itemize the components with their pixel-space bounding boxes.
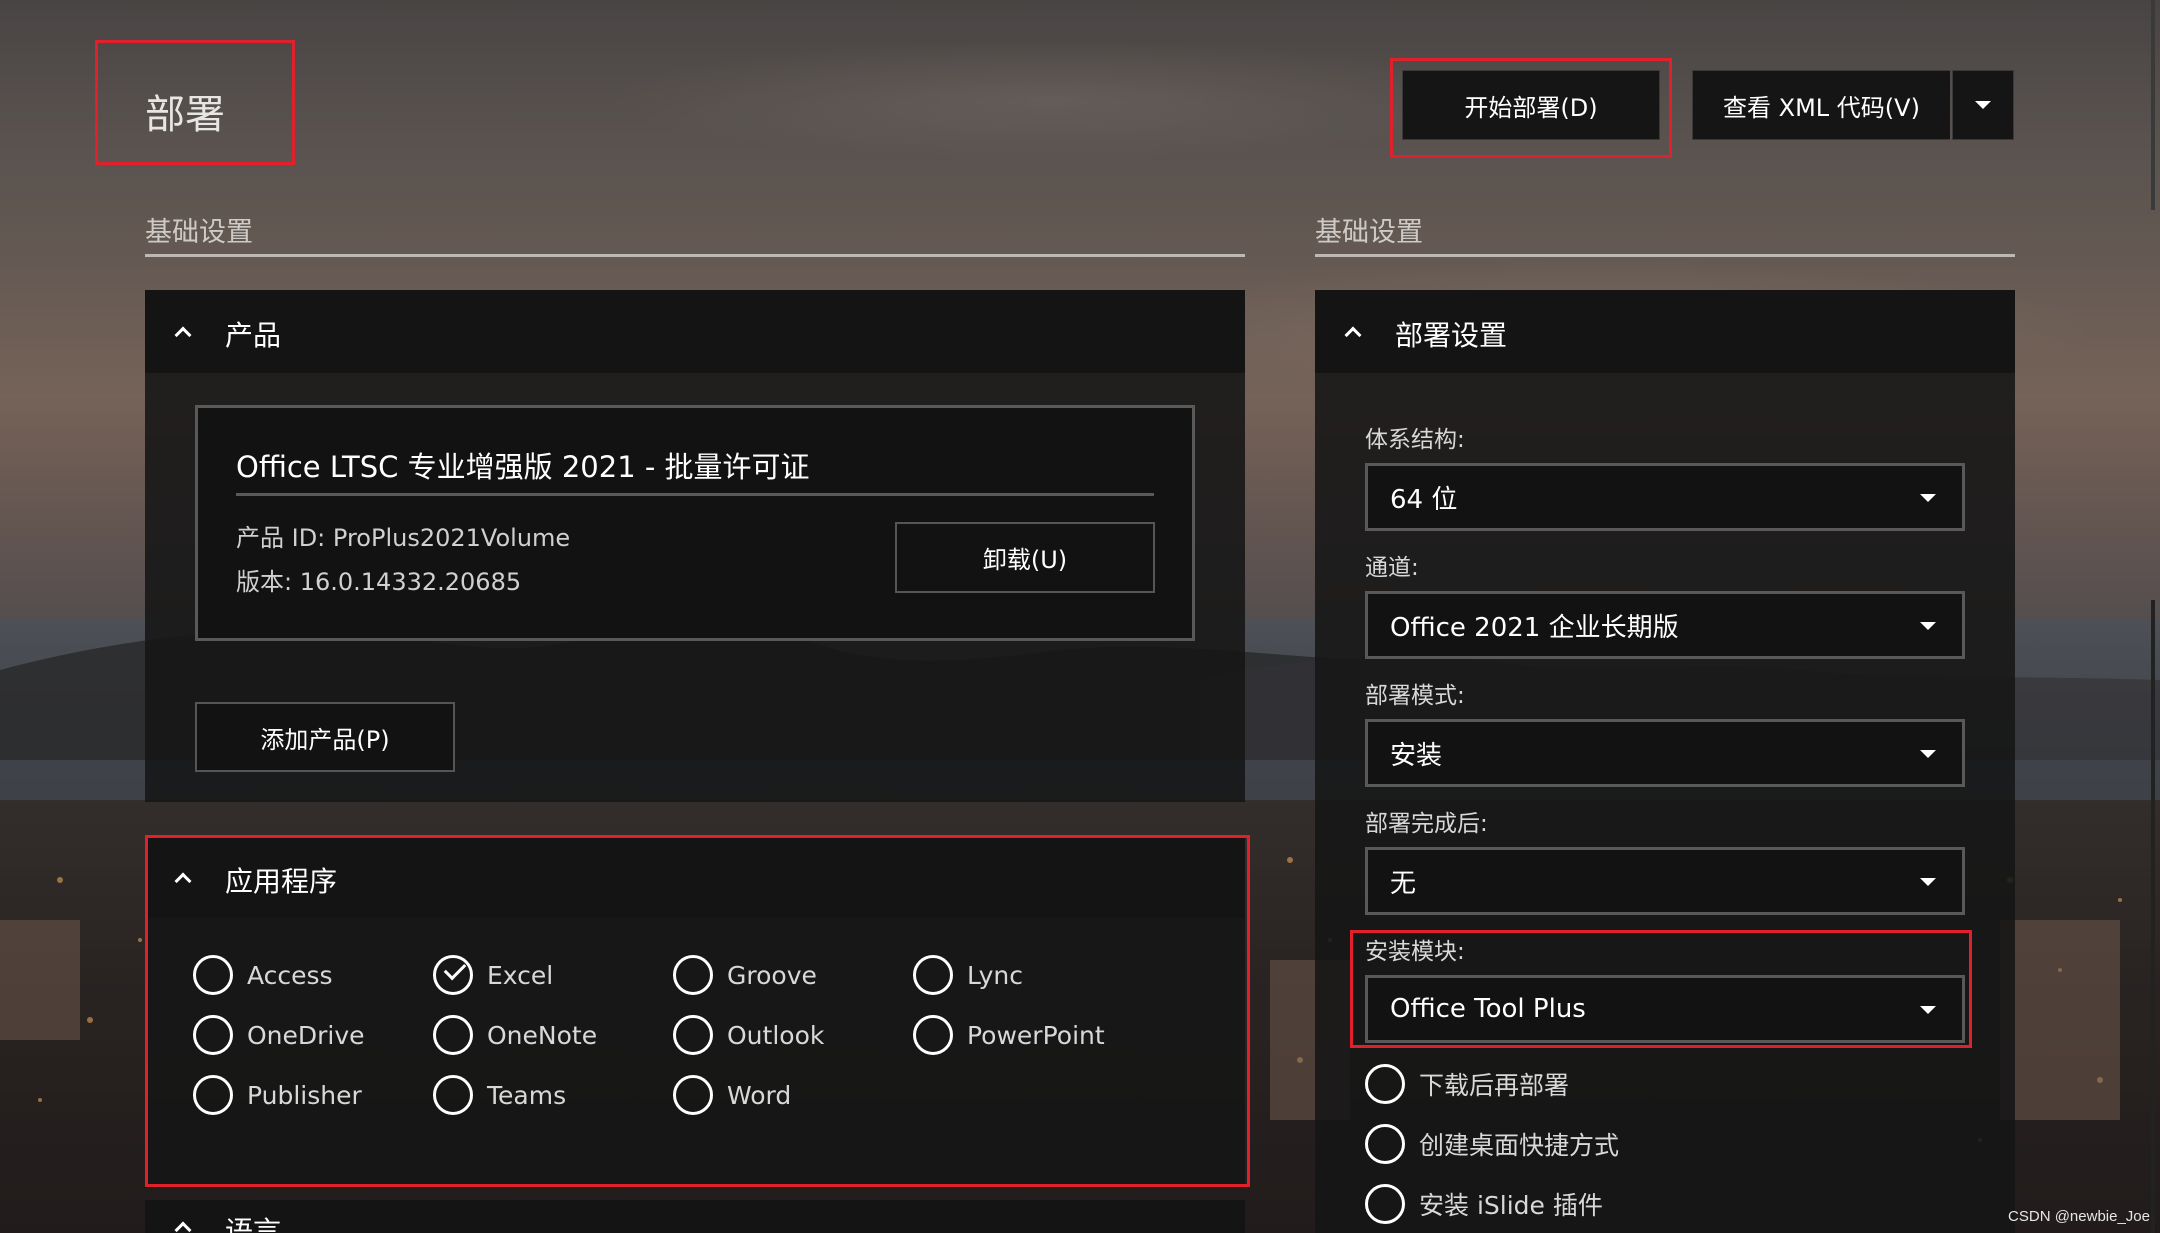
radio-circle-icon <box>193 1015 233 1055</box>
after-deploy-value: 无 <box>1390 868 1417 899</box>
chevron-down-icon <box>1975 101 1991 109</box>
option-label: 安装 iSlide 插件 <box>1419 1191 1603 1220</box>
app-label: Groove <box>727 960 817 990</box>
app-label: Lync <box>967 960 1024 990</box>
download-then-deploy-checkbox[interactable]: 下载后再部署 <box>1365 1064 1569 1104</box>
desktop-shortcut-checkbox[interactable]: 创建桌面快捷方式 <box>1365 1124 1619 1164</box>
app-checkbox-onenote[interactable]: OneNote <box>433 1015 597 1055</box>
uninstall-label: 卸载(U) <box>982 546 1068 574</box>
app-checkbox-publisher[interactable]: Publisher <box>193 1075 362 1115</box>
checkmark-icon <box>443 957 467 981</box>
app-checkbox-lync[interactable]: Lync <box>913 955 1023 995</box>
install-module-value: Office Tool Plus <box>1390 994 1586 1024</box>
install-module-select[interactable]: Office Tool Plus <box>1365 975 1965 1043</box>
product-panel-title: 产品 <box>225 319 282 352</box>
deploy-settings-title: 部署设置 <box>1395 319 1508 352</box>
language-panel-title: 语言 <box>225 1215 282 1233</box>
scrollbar-track-top[interactable] <box>2151 0 2155 210</box>
app-label: Publisher <box>247 1080 362 1110</box>
chevron-down-icon <box>1920 494 1936 502</box>
app-checkbox-excel[interactable]: Excel <box>433 955 553 995</box>
app-checkbox-powerpoint[interactable]: PowerPoint <box>913 1015 1105 1055</box>
install-module-label: 安装模块: <box>1365 939 1465 965</box>
deploy-settings-header[interactable]: 部署设置 <box>1315 290 2015 373</box>
uninstall-button[interactable]: 卸载(U) <box>895 522 1155 593</box>
chevron-up-icon <box>1344 326 1362 344</box>
radio-circle-icon <box>1365 1064 1405 1104</box>
architecture-value: 64 位 <box>1390 484 1458 515</box>
radio-circle-icon <box>673 1015 713 1055</box>
app-label: Teams <box>487 1080 567 1110</box>
product-id: 产品 ID: ProPlus2021Volume <box>236 524 571 552</box>
left-section-divider <box>145 254 1245 257</box>
app-checkbox-outlook[interactable]: Outlook <box>673 1015 824 1055</box>
start-deploy-label: 开始部署(D) <box>1464 93 1598 122</box>
option-label: 下载后再部署 <box>1419 1071 1570 1100</box>
chevron-down-icon <box>1920 878 1936 886</box>
radio-circle-icon <box>673 1075 713 1115</box>
checked-circle-icon <box>433 955 473 995</box>
app-checkbox-access[interactable]: Access <box>193 955 333 995</box>
radio-circle-icon <box>913 1015 953 1055</box>
view-xml-label: 查看 XML 代码(V) <box>1723 93 1920 122</box>
after-deploy-label: 部署完成后: <box>1365 811 1488 837</box>
channel-label: 通道: <box>1365 555 1419 581</box>
radio-circle-icon <box>913 955 953 995</box>
islide-plugin-checkbox[interactable]: 安装 iSlide 插件 <box>1365 1184 1603 1224</box>
app-label: Word <box>727 1080 792 1110</box>
chevron-down-icon <box>1920 750 1936 758</box>
option-label: 创建桌面快捷方式 <box>1419 1131 1620 1160</box>
app-checkbox-word[interactable]: Word <box>673 1075 791 1115</box>
product-divider <box>236 493 1154 496</box>
left-section-title: 基础设置 <box>145 217 253 248</box>
radio-circle-icon <box>1365 1124 1405 1164</box>
radio-circle-icon <box>673 955 713 995</box>
channel-select[interactable]: Office 2021 企业长期版 <box>1365 591 1965 659</box>
page-title: 部署 <box>145 92 225 138</box>
deploy-mode-label: 部署模式: <box>1365 683 1465 709</box>
product-version: 版本: 16.0.14332.20685 <box>236 568 522 596</box>
channel-value: Office 2021 企业长期版 <box>1390 612 1679 643</box>
add-product-button[interactable]: 添加产品(P) <box>195 702 455 772</box>
deploy-mode-value: 安装 <box>1390 740 1443 771</box>
app-checkbox-teams[interactable]: Teams <box>433 1075 566 1115</box>
watermark: CSDN @newbie_Joe <box>2008 1208 2150 1225</box>
right-section-divider <box>1315 254 2015 257</box>
architecture-label: 体系结构: <box>1365 427 1465 453</box>
app-checkbox-groove[interactable]: Groove <box>673 955 817 995</box>
right-section-title: 基础设置 <box>1315 217 1423 248</box>
chevron-down-icon <box>1920 622 1936 630</box>
radio-circle-icon <box>433 1015 473 1055</box>
chevron-down-icon <box>1920 1006 1936 1014</box>
app-label: PowerPoint <box>967 1020 1105 1050</box>
product-name: Office LTSC 专业增强版 2021 - 批量许可证 <box>236 450 810 484</box>
product-panel-header[interactable]: 产品 <box>145 290 1245 373</box>
app-label: Outlook <box>727 1020 825 1050</box>
start-deploy-button[interactable]: 开始部署(D) <box>1402 70 1660 140</box>
app-checkbox-onedrive[interactable]: OneDrive <box>193 1015 365 1055</box>
after-deploy-select[interactable]: 无 <box>1365 847 1965 915</box>
app-label: Access <box>247 960 333 990</box>
app-label: Excel <box>487 960 554 990</box>
chevron-up-icon <box>174 1221 192 1233</box>
xml-dropdown-button[interactable] <box>1952 70 2014 140</box>
language-panel-header[interactable]: 语言 <box>145 1200 1245 1233</box>
add-product-label: 添加产品(P) <box>260 725 390 754</box>
view-xml-button[interactable]: 查看 XML 代码(V) <box>1692 70 1950 140</box>
chevron-up-icon <box>174 326 192 344</box>
radio-circle-icon <box>193 955 233 995</box>
scrollbar[interactable] <box>2151 600 2155 1233</box>
deploy-mode-select[interactable]: 安装 <box>1365 719 1965 787</box>
app-label: OneDrive <box>247 1020 365 1050</box>
app-label: OneNote <box>487 1020 598 1050</box>
apps-highlight-box <box>145 835 1250 1187</box>
architecture-select[interactable]: 64 位 <box>1365 463 1965 531</box>
radio-circle-icon <box>1365 1184 1405 1224</box>
radio-circle-icon <box>433 1075 473 1115</box>
radio-circle-icon <box>193 1075 233 1115</box>
